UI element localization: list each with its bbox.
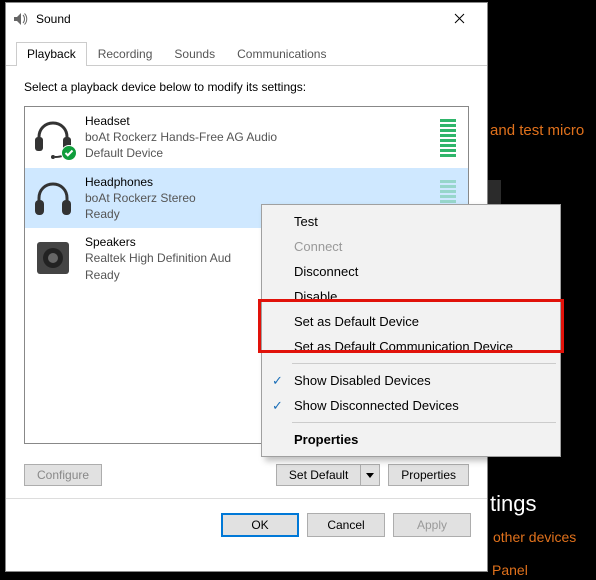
ctx-connect: Connect (264, 234, 558, 259)
cancel-button[interactable]: Cancel (307, 513, 385, 537)
ctx-set-default-comm-device[interactable]: Set as Default Communication Device (264, 334, 558, 359)
device-sub2: Default Device (85, 145, 430, 161)
headphones-icon (31, 176, 75, 220)
ctx-disconnect[interactable]: Disconnect (264, 259, 558, 284)
device-row-headset[interactable]: Headset boAt Rockerz Hands-Free AG Audio… (25, 107, 468, 168)
row-buttons: Configure Set Default Properties (6, 452, 487, 486)
ctx-show-disconnected[interactable]: ✓Show Disconnected Devices (264, 393, 558, 418)
ctx-set-default-device[interactable]: Set as Default Device (264, 309, 558, 334)
close-button[interactable] (437, 4, 481, 34)
tab-playback[interactable]: Playback (16, 42, 87, 66)
ctx-separator (292, 363, 556, 364)
dialog-title: Sound (36, 12, 437, 26)
speakers-icon (31, 236, 75, 280)
close-icon (454, 13, 465, 24)
titlebar: Sound (6, 3, 487, 35)
configure-button[interactable]: Configure (24, 464, 102, 486)
set-default-button[interactable]: Set Default (276, 464, 360, 486)
tab-recording[interactable]: Recording (87, 42, 164, 66)
set-default-dropdown[interactable] (360, 464, 380, 486)
chevron-down-icon (366, 473, 374, 478)
ctx-show-disabled[interactable]: ✓Show Disabled Devices (264, 368, 558, 393)
device-name: Headphones (85, 174, 430, 190)
ctx-disable[interactable]: Disable (264, 284, 558, 309)
sound-icon (12, 11, 28, 27)
ok-button[interactable]: OK (221, 513, 299, 537)
bg-link-panel[interactable]: Panel (492, 562, 528, 578)
hint-text: Select a playback device below to modify… (24, 80, 469, 94)
check-icon: ✓ (272, 398, 283, 414)
bg-heading: tings (490, 491, 536, 517)
tabstrip: Playback Recording Sounds Communications (6, 35, 487, 66)
ctx-separator (292, 422, 556, 423)
ctx-test[interactable]: Test (264, 209, 558, 234)
context-menu: Test Connect Disconnect Disable Set as D… (261, 204, 561, 457)
properties-button[interactable]: Properties (388, 464, 469, 486)
apply-button[interactable]: Apply (393, 513, 471, 537)
tab-communications[interactable]: Communications (226, 42, 337, 66)
device-name: Headset (85, 113, 430, 129)
dialog-buttons: OK Cancel Apply (6, 498, 487, 537)
tab-sounds[interactable]: Sounds (163, 42, 226, 66)
device-info: Headset boAt Rockerz Hands-Free AG Audio… (85, 113, 430, 162)
ctx-properties[interactable]: Properties (264, 427, 558, 452)
check-icon: ✓ (272, 373, 283, 389)
set-default-combo: Set Default (276, 464, 380, 486)
headset-icon (31, 115, 75, 159)
bg-link-other-devices[interactable]: other devices (493, 529, 576, 545)
device-sub1: boAt Rockerz Hands-Free AG Audio (85, 129, 430, 145)
level-meter (440, 117, 456, 157)
default-check-icon (61, 145, 77, 161)
